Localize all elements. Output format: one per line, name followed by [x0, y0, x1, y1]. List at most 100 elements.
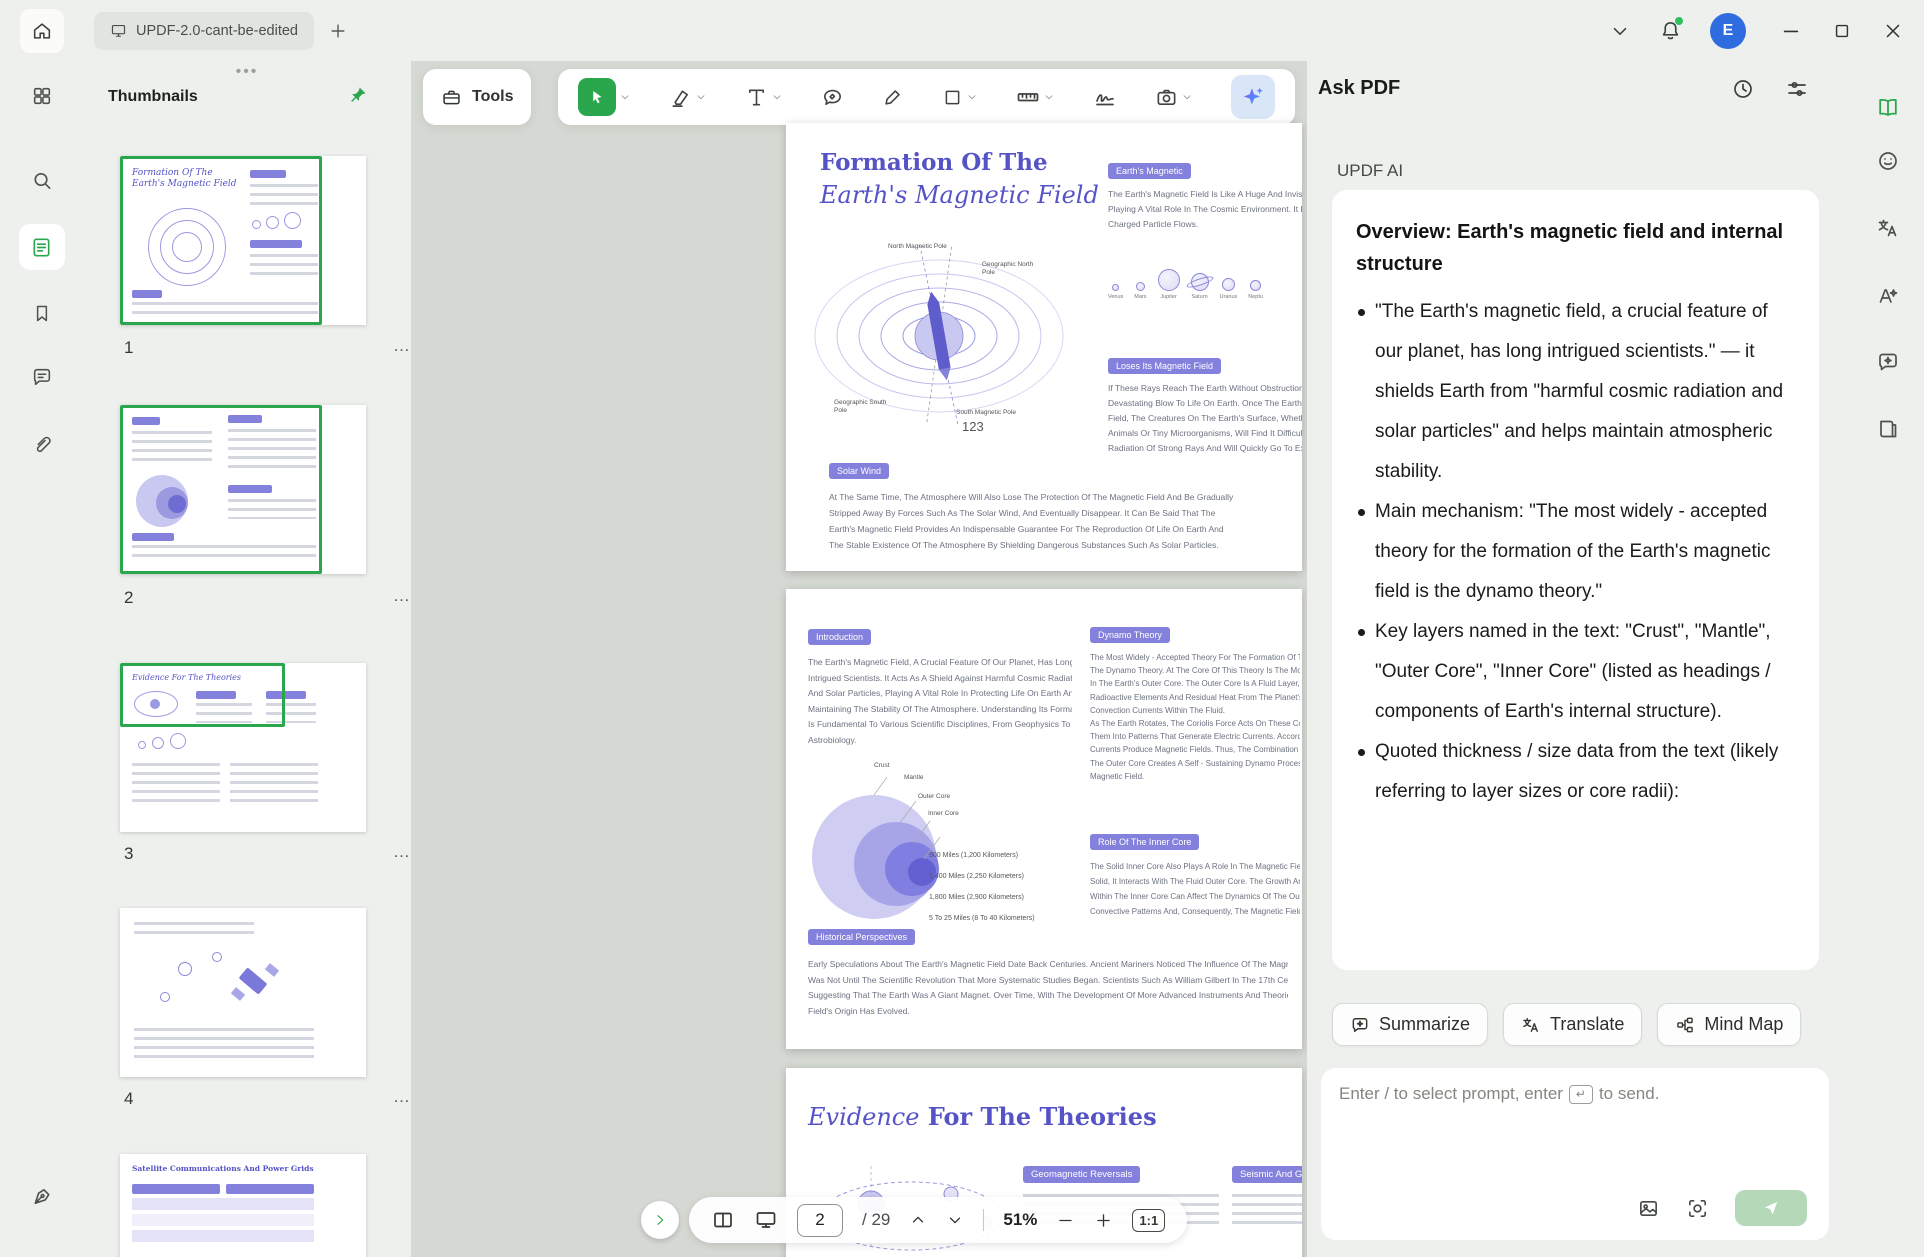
tools-button[interactable]: Tools [423, 69, 531, 125]
placeholder-suffix: to send. [1599, 1084, 1660, 1104]
pdf-canvas-area[interactable]: Tools [411, 61, 1307, 1257]
thumbnail-page-4[interactable] [120, 908, 366, 1077]
home-button[interactable] [20, 9, 64, 53]
section-badge: Earth's Magnetic [1108, 163, 1191, 179]
thumbnail-page-number: 1 [124, 338, 133, 358]
document-tab-title: UPDF-2.0-cant-be-edited [136, 23, 298, 39]
text-line: Intrigued Scientists. It Acts As A Shiel… [808, 671, 1072, 687]
avatar[interactable]: E [1710, 13, 1746, 49]
maximize-icon[interactable] [1832, 21, 1852, 41]
ruler-icon [1016, 85, 1040, 109]
ai-brand-label: UPDF AI [1337, 161, 1403, 181]
sidebar-item-sign[interactable] [30, 1185, 53, 1208]
chevron-down-icon[interactable] [946, 1211, 964, 1229]
mind-map-button[interactable]: Mind Map [1657, 1003, 1801, 1046]
expand-bar-button[interactable] [641, 1201, 679, 1239]
thumbnail-menu-button[interactable]: … [393, 586, 411, 606]
sidebar-item-bookmarks[interactable] [31, 303, 52, 324]
apps-grid-icon[interactable] [31, 85, 53, 107]
chevron-down-icon [695, 91, 707, 103]
zoom-in-icon[interactable] [1094, 1211, 1113, 1230]
feedback-button[interactable] [1876, 149, 1900, 173]
presentation-icon[interactable] [754, 1208, 778, 1232]
text-line: Is Fundamental To Various Scientific Dis… [808, 717, 1072, 733]
thumbnail-menu-button[interactable]: … [393, 1087, 411, 1107]
pdf-page-1[interactable]: Formation Of The Earth's Magnetic Field [786, 123, 1302, 571]
pin-panel-button[interactable] [348, 85, 368, 105]
translate-panel-button[interactable] [1876, 216, 1900, 240]
chevron-down-icon[interactable] [1609, 20, 1631, 42]
thumbnail-menu-button[interactable]: … [393, 336, 411, 356]
select-tool-button[interactable] [578, 78, 631, 116]
comment-icon [31, 366, 53, 388]
text-line: Early Speculations About The Earth's Mag… [808, 957, 1288, 973]
thumbnail-page-2[interactable] [120, 405, 366, 574]
shape-tool-button[interactable] [942, 87, 978, 108]
sidebar-item-comments[interactable] [31, 366, 53, 388]
chat-history-button[interactable] [1731, 77, 1755, 101]
translate-button[interactable]: Translate [1503, 1003, 1642, 1046]
paragraph: The Earth's Magnetic Field, A Crucial Fe… [808, 655, 1072, 748]
paperclip-icon [31, 433, 53, 455]
text-line: Solid, It Interacts With The Fluid Outer… [1090, 874, 1300, 889]
text-line: Suggesting That The Earth Was A Giant Ma… [808, 988, 1288, 1004]
panel-drag-handle[interactable]: ••• [236, 63, 259, 81]
text-line: The Earth's Magnetic Field, A Crucial Fe… [808, 655, 1072, 671]
zoom-out-icon[interactable] [1056, 1211, 1075, 1230]
thumbnail-page-3[interactable]: Evidence For The Theories [120, 663, 366, 832]
capture-tool-button[interactable] [1155, 86, 1193, 109]
measure-tool-button[interactable] [1016, 85, 1055, 109]
signature-tool-button[interactable] [1093, 85, 1117, 109]
page-navigation-bar: 2 / 29 51% 1:1 [641, 1197, 1187, 1243]
send-button[interactable] [1735, 1190, 1807, 1226]
ai-bullet: Key layers named in the text: "Crust", "… [1356, 612, 1795, 732]
library-button[interactable] [1876, 417, 1900, 441]
minimize-icon[interactable] [1780, 20, 1802, 42]
prompt-input[interactable]: Enter / to select prompt, enter ↵ to sen… [1321, 1068, 1829, 1240]
ask-pdf-title: Ask PDF [1318, 77, 1400, 100]
thumbnail-page-1[interactable]: Formation Of TheEarth's Magnetic Field [120, 156, 366, 325]
ai-chat-button[interactable] [1876, 350, 1900, 374]
page-number-input[interactable]: 2 [797, 1204, 843, 1237]
chevron-up-icon[interactable] [909, 1211, 927, 1229]
notification-dot [1675, 17, 1683, 25]
translate-label: Translate [1550, 1014, 1624, 1035]
left-sidebar [0, 61, 83, 1257]
actual-size-button[interactable]: 1:1 [1132, 1209, 1165, 1232]
new-tab-button[interactable] [328, 21, 348, 41]
thumbnail-page-5[interactable]: Satellite Communications And Power Grids [120, 1154, 366, 1257]
highlight-tool-button[interactable] [669, 86, 707, 109]
text-line: The Stable Existence Of The Atmosphere B… [829, 537, 1302, 553]
screenshot-icon[interactable] [1686, 1197, 1709, 1220]
paragraph: At The Same Time, The Atmosphere Will Al… [829, 489, 1302, 553]
paragraph: The Most Widely - Accepted Theory For Th… [1090, 651, 1300, 783]
pdf-page-2[interactable]: Introduction The Earth's Magnetic Field,… [786, 589, 1302, 1049]
prompt-placeholder: Enter / to select prompt, enter ↵ to sen… [1339, 1084, 1811, 1104]
document-tab[interactable]: UPDF-2.0-cant-be-edited [94, 12, 314, 50]
thumbnails-panel: ••• Thumbnails Formation Of TheEarth's M… [83, 61, 411, 1257]
thumbnail-menu-button[interactable]: … [393, 842, 411, 862]
chevron-down-icon [619, 91, 631, 103]
summarize-button[interactable]: Summarize [1332, 1003, 1488, 1046]
ai-writing-button[interactable] [1876, 283, 1900, 307]
sidebar-item-thumbnails[interactable] [19, 224, 65, 270]
ai-settings-button[interactable] [1785, 77, 1809, 101]
comment-tool-button[interactable] [821, 86, 844, 109]
page-number-value: 2 [815, 1210, 824, 1230]
insert-image-icon[interactable] [1637, 1197, 1660, 1220]
two-page-view-icon[interactable] [711, 1208, 735, 1232]
text-line: Radioactive Elements And Residual Heat F… [1090, 691, 1300, 704]
chevron-down-icon [1043, 91, 1055, 103]
plus-icon [328, 21, 348, 41]
ai-assistant-button[interactable] [1231, 75, 1275, 119]
section-badge: Solar Wind [829, 463, 889, 479]
notifications-button[interactable] [1659, 19, 1682, 42]
search-icon[interactable] [30, 169, 53, 192]
close-icon[interactable] [1882, 20, 1904, 42]
send-plane-icon [1761, 1198, 1781, 1218]
pen-tool-button[interactable] [882, 86, 904, 108]
diagram-label: South Magnetic Pole [956, 409, 1016, 417]
text-tool-button[interactable] [745, 86, 783, 109]
sidebar-item-attachments[interactable] [31, 433, 53, 455]
reader-panel-button[interactable] [1875, 95, 1900, 120]
